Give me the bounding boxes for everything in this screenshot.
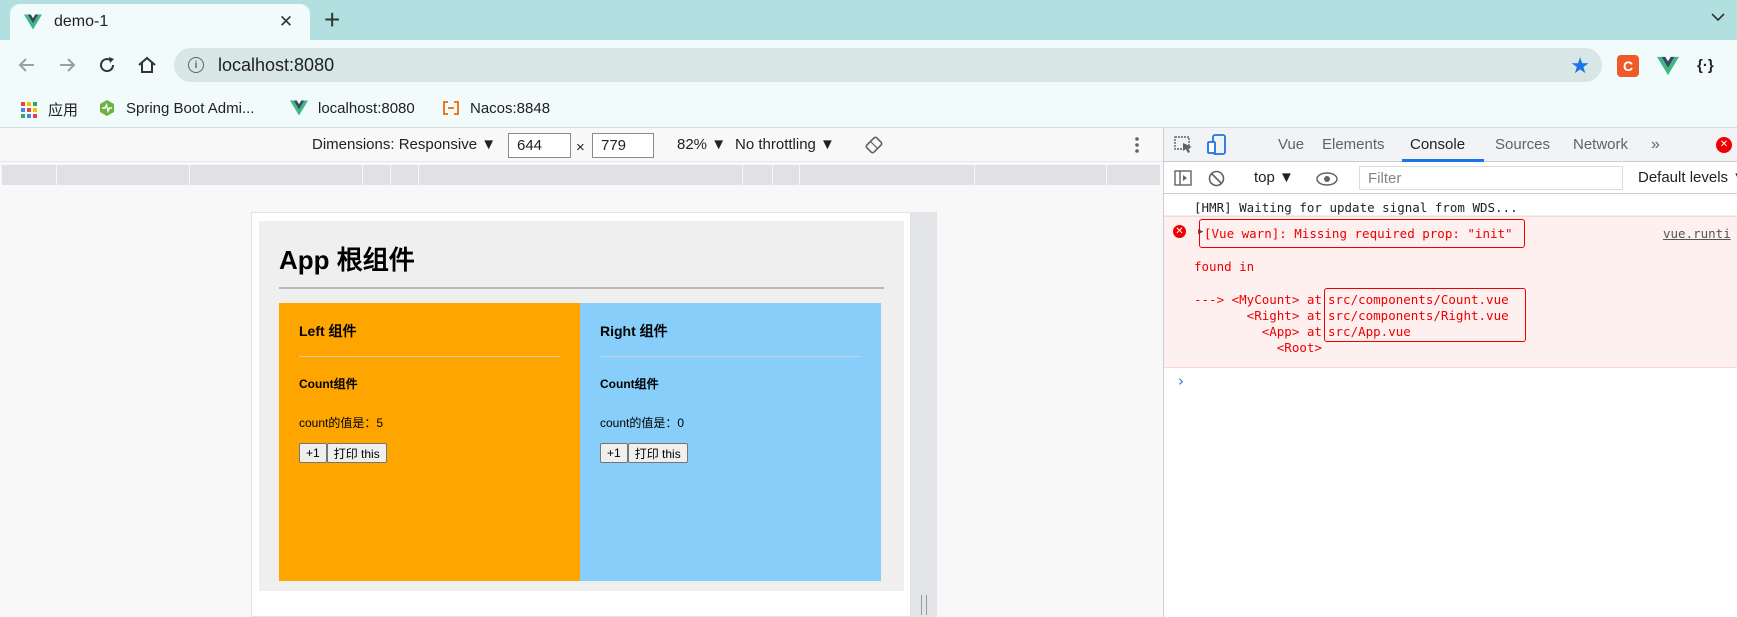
device-emulation-pane: Dimensions: Responsive ▼ 644 × 779 82% ▼… <box>0 128 1163 617</box>
tab-console[interactable]: Console <box>1410 136 1465 153</box>
bookmark-localhost[interactable]: localhost:8080 <box>290 99 415 117</box>
back-button[interactable] <box>14 52 40 78</box>
trace-prefix: <Right> at <box>1194 308 1330 323</box>
console-toolbar: top ▼ Filter Default levels ▼ <box>1164 162 1737 194</box>
console-log-line: [HMR] Waiting for update signal from WDS… <box>1164 194 1737 216</box>
count-title: Count组件 <box>600 377 659 391</box>
reload-button[interactable] <box>94 52 120 78</box>
vue-logo-icon <box>24 14 42 30</box>
home-button[interactable] <box>134 52 160 78</box>
throttling-dropdown[interactable]: No throttling ▼ <box>735 136 835 153</box>
tab-elements[interactable]: Elements <box>1322 136 1385 153</box>
zoom-dropdown[interactable]: 82% ▼ <box>677 136 726 153</box>
tab-strip: demo-1 ✕ + <box>0 0 1737 40</box>
forward-button[interactable] <box>54 52 80 78</box>
console-prompt[interactable]: › <box>1178 372 1184 390</box>
new-tab-button[interactable]: + <box>324 6 340 34</box>
right-title: Right 组件 <box>600 323 668 339</box>
clear-console-icon[interactable] <box>1208 170 1225 187</box>
vue-logo-icon <box>290 100 308 116</box>
url-text: localhost:8080 <box>218 54 335 75</box>
viewport-resize-handle[interactable] <box>911 212 937 617</box>
arrow-left-icon <box>18 58 34 72</box>
trace-prefix: ---> <MyCount> at <box>1194 292 1330 307</box>
divider <box>279 287 884 289</box>
highlight-box <box>1199 219 1525 248</box>
divider <box>600 356 861 357</box>
devtools-tab-bar: Vue Elements Console Sources Network » ✕ <box>1164 128 1737 162</box>
vue-devtools-icon[interactable] <box>1657 55 1679 77</box>
bookmark-label: Nacos:8848 <box>470 99 551 117</box>
browser-toolbar: i localhost:8080 ★ C {·} <box>0 40 1737 90</box>
sidebar-toggle-icon[interactable] <box>1174 170 1192 186</box>
bookmark-nacos[interactable]: Nacos:8848 <box>442 99 550 117</box>
error-count-icon[interactable]: ✕ <box>1716 137 1732 153</box>
bookmark-label: localhost:8080 <box>318 99 415 117</box>
chevron-down-icon[interactable] <box>1711 10 1725 24</box>
count-value-text: count的值是：5 <box>299 416 384 430</box>
media-query-bar[interactable] <box>2 165 1160 185</box>
dimensions-dropdown[interactable]: Dimensions: Responsive ▼ <box>312 136 496 153</box>
rotate-icon[interactable] <box>865 136 883 154</box>
right-component: Right 组件 Count组件 count的值是：0 +1 打印 this <box>580 303 881 581</box>
bookmarks-bar: 应用 Spring Boot Admi... localhost:8080 Na… <box>0 90 1737 128</box>
device-toggle-icon[interactable] <box>1207 134 1227 156</box>
left-component: Left 组件 Count组件 count的值是：5 +1 打印 this <box>279 303 580 581</box>
bookmark-label: Spring Boot Admi... <box>126 99 255 117</box>
bookmark-spring-boot-admin[interactable]: Spring Boot Admi... <box>98 99 254 117</box>
tab-vue[interactable]: Vue <box>1278 136 1304 153</box>
more-tabs-chevron-icon[interactable]: » <box>1651 136 1660 154</box>
context-selector[interactable]: top ▼ <box>1254 169 1294 186</box>
trace-prefix: <Root> <box>1194 340 1322 355</box>
found-in-text: found in <box>1194 259 1255 274</box>
increment-button[interactable]: +1 <box>299 443 327 463</box>
bookmark-apps[interactable]: 应用 <box>20 99 78 120</box>
left-title: Left 组件 <box>299 323 357 339</box>
print-this-button[interactable]: 打印 this <box>326 443 387 463</box>
apps-grid-icon <box>21 101 37 118</box>
bookmark-label: 应用 <box>48 102 79 119</box>
device-toolbar: Dimensions: Responsive ▼ 644 × 779 82% ▼… <box>0 128 1163 162</box>
divider <box>299 356 560 357</box>
reload-icon <box>100 57 115 73</box>
close-tab-icon[interactable]: ✕ <box>276 12 296 32</box>
filter-input[interactable]: Filter <box>1359 166 1623 190</box>
json-viewer-icon[interactable]: {·} <box>1697 55 1719 77</box>
app-root: App 根组件 Left 组件 Count组件 count的值是：5 +1 打印… <box>259 221 904 591</box>
csdn-extension-icon[interactable]: C <box>1617 55 1639 77</box>
width-input[interactable]: 644 <box>508 133 571 158</box>
tab-network[interactable]: Network <box>1573 136 1628 153</box>
resize-grip-icon[interactable] <box>921 595 927 615</box>
tab-sources[interactable]: Sources <box>1495 136 1550 153</box>
console-output: [HMR] Waiting for update signal from WDS… <box>1164 194 1737 368</box>
tab-title: demo-1 <box>54 13 109 30</box>
more-options-icon[interactable] <box>1134 136 1140 154</box>
emulated-viewport: App 根组件 Left 组件 Count组件 count的值是：5 +1 打印… <box>251 212 911 617</box>
devtools-panel: Vue Elements Console Sources Network » ✕… <box>1163 128 1737 617</box>
log-levels-dropdown[interactable]: Default levels ▼ <box>1638 169 1737 186</box>
highlight-box <box>1324 288 1526 342</box>
spring-boot-admin-icon <box>100 100 114 116</box>
print-this-button[interactable]: 打印 this <box>627 443 688 463</box>
console-warning-entry: ✕ ▶ [Vue warn]: Missing required prop: "… <box>1164 216 1737 368</box>
browser-tab[interactable]: demo-1 ✕ <box>10 4 310 40</box>
count-title: Count组件 <box>299 377 358 391</box>
increment-button[interactable]: +1 <box>600 443 628 463</box>
times-sign: × <box>576 139 585 156</box>
address-bar[interactable]: i localhost:8080 ★ <box>174 48 1602 82</box>
count-value-text: count的值是：0 <box>600 416 685 430</box>
home-icon <box>138 56 156 73</box>
error-icon: ✕ <box>1173 225 1186 238</box>
nacos-icon <box>443 101 459 115</box>
eye-icon[interactable] <box>1316 172 1338 186</box>
trace-prefix: <App> at <box>1194 324 1330 339</box>
height-input[interactable]: 779 <box>592 133 654 158</box>
source-link[interactable]: vue.runti <box>1663 226 1731 241</box>
site-info-icon[interactable]: i <box>188 57 204 73</box>
inspect-element-icon[interactable] <box>1174 136 1194 154</box>
app-title: App 根组件 <box>279 245 415 275</box>
bookmark-star-icon[interactable]: ★ <box>1570 53 1590 79</box>
arrow-right-icon <box>60 58 76 72</box>
